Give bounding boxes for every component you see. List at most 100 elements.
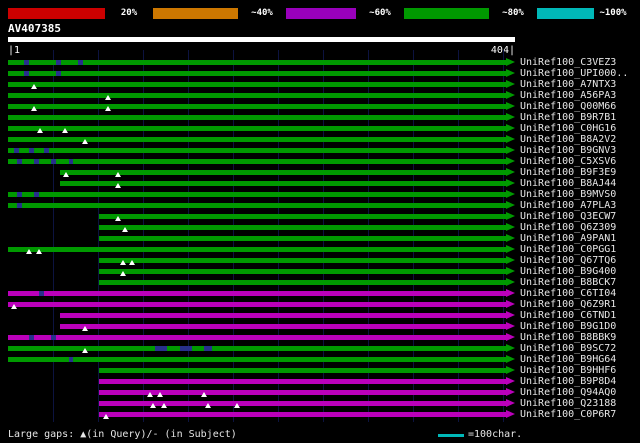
hit-label[interactable]: UniRef100_C0P6R7	[520, 409, 616, 420]
arrowhead-icon	[506, 300, 515, 308]
alignment-bar[interactable]	[99, 269, 506, 274]
hit-label[interactable]: UniRef100_B9P8D4	[520, 376, 616, 387]
alignment-row: UniRef100_UPI000..	[0, 68, 640, 79]
alignment-bar[interactable]	[8, 159, 506, 164]
hit-label[interactable]: UniRef100_B9G1D0	[520, 321, 616, 332]
hit-label[interactable]: UniRef100_B8AJ44	[520, 178, 616, 189]
alignment-bar[interactable]	[59, 313, 506, 318]
hit-label[interactable]: UniRef100_A56PA3	[520, 90, 616, 101]
arrowhead-icon	[506, 168, 515, 176]
alignment-bar[interactable]	[99, 225, 506, 230]
arrowhead-icon	[506, 223, 515, 231]
arrowhead-icon	[506, 388, 515, 396]
alignment-bar[interactable]	[8, 203, 506, 208]
subject-gap-segment	[56, 60, 62, 65]
hit-label[interactable]: UniRef100_Q3ECW7	[520, 211, 616, 222]
alignment-bar[interactable]	[59, 170, 506, 175]
hit-label[interactable]: UniRef100_B9G400	[520, 266, 616, 277]
alignment-bar[interactable]	[8, 192, 506, 197]
hit-label[interactable]: UniRef100_B8BCK7	[520, 277, 616, 288]
hit-label[interactable]: UniRef100_B9GNV3	[520, 145, 616, 156]
alignment-bar[interactable]	[8, 302, 506, 307]
alignment-bar[interactable]	[99, 280, 506, 285]
alignment-bar[interactable]	[99, 379, 506, 384]
alignment-bar[interactable]	[8, 104, 506, 109]
alignment-bar[interactable]	[8, 335, 506, 340]
subject-gap-segment	[204, 346, 212, 351]
hit-label[interactable]: UniRef100_C6TND1	[520, 310, 616, 321]
hit-label[interactable]: UniRef100_B9R7B1	[520, 112, 616, 123]
alignment-bar[interactable]	[8, 115, 506, 120]
hit-label[interactable]: UniRef100_C0HG16	[520, 123, 616, 134]
query-gap-triangle-icon	[30, 84, 37, 89]
hit-label[interactable]: UniRef100_A9PAN1	[520, 233, 616, 244]
alignment-bar[interactable]	[8, 126, 506, 131]
alignment-bar[interactable]	[59, 181, 506, 186]
alignment-bar[interactable]	[8, 82, 506, 87]
query-gap-triangle-icon	[233, 403, 240, 408]
hit-label[interactable]: UniRef100_C5XSV6	[520, 156, 616, 167]
alignment-row: UniRef100_C0HG16	[0, 123, 640, 134]
blast-graphic-overview: 20%~40%~60%~80%~100% AV407385 |1 404| Un…	[0, 0, 640, 443]
hit-label[interactable]: UniRef100_C0PGG1	[520, 244, 616, 255]
arrowhead-icon	[506, 102, 515, 110]
alignment-bar[interactable]	[59, 324, 506, 329]
alignment-bar[interactable]	[99, 412, 506, 417]
alignment-bar[interactable]	[99, 258, 506, 263]
alignment-bar[interactable]	[99, 236, 506, 241]
subject-gap-segment	[56, 71, 62, 76]
alignment-row: UniRef100_Q3ECW7	[0, 211, 640, 222]
arrowhead-icon	[506, 322, 515, 330]
hit-label[interactable]: UniRef100_Q6Z9R1	[520, 299, 616, 310]
subject-gap-segment	[38, 291, 44, 296]
hit-label[interactable]: UniRef100_B8A2V2	[520, 134, 616, 145]
arrowhead-icon	[506, 212, 515, 220]
alignment-row: UniRef100_C0PGG1	[0, 244, 640, 255]
hit-label[interactable]: UniRef100_A7NTX3	[520, 79, 616, 90]
hit-label[interactable]: UniRef100_Q00M66	[520, 101, 616, 112]
hit-label[interactable]: UniRef100_B8BBK9	[520, 332, 616, 343]
hit-label[interactable]: UniRef100_Q6Z309	[520, 222, 616, 233]
arrowhead-icon	[506, 377, 515, 385]
query-bar	[8, 37, 515, 42]
scale-line-icon	[438, 434, 464, 437]
hit-label[interactable]: UniRef100_C6TI04	[520, 288, 616, 299]
hit-label[interactable]: UniRef100_B9MVS0	[520, 189, 616, 200]
alignment-bar[interactable]	[8, 291, 506, 296]
color-key-segment	[8, 8, 105, 19]
alignment-bar[interactable]	[99, 368, 506, 373]
subject-gap-segment	[16, 192, 22, 197]
query-gap-triangle-icon	[201, 392, 208, 397]
alignment-row: UniRef100_B9G400	[0, 266, 640, 277]
alignment-bar[interactable]	[8, 357, 506, 362]
alignment-row: UniRef100_B8BCK7	[0, 277, 640, 288]
subject-gap-segment	[24, 71, 29, 76]
hit-label[interactable]: UniRef100_B9SC72	[520, 343, 616, 354]
hit-label[interactable]: UniRef100_Q23188	[520, 398, 616, 409]
arrowhead-icon	[506, 80, 515, 88]
arrowhead-icon	[506, 366, 515, 374]
alignment-row: UniRef100_B9HHF6	[0, 365, 640, 376]
hit-label[interactable]: UniRef100_UPI000..	[520, 68, 628, 79]
arrowhead-icon	[506, 311, 515, 319]
hit-label[interactable]: UniRef100_B9HHF6	[520, 365, 616, 376]
query-gap-triangle-icon	[81, 326, 88, 331]
subject-gap-segment	[179, 346, 193, 351]
alignment-bar[interactable]	[8, 93, 506, 98]
subject-gap-segment	[33, 159, 39, 164]
alignment-bar[interactable]	[8, 71, 506, 76]
query-gap-triangle-icon	[156, 392, 163, 397]
color-key-label: 20%	[105, 8, 153, 19]
query-gap-triangle-icon	[205, 403, 212, 408]
query-gap-triangle-icon	[147, 392, 154, 397]
alignment-bar[interactable]	[8, 148, 506, 153]
hit-label[interactable]: UniRef100_C3VEZ3	[520, 57, 616, 68]
hit-label[interactable]: UniRef100_B9HG64	[520, 354, 616, 365]
hit-label[interactable]: UniRef100_Q94AQ0	[520, 387, 616, 398]
hit-label[interactable]: UniRef100_B9F3E9	[520, 167, 616, 178]
hit-label[interactable]: UniRef100_Q67TQ6	[520, 255, 616, 266]
alignment-bar[interactable]	[99, 214, 506, 219]
alignment-bar[interactable]	[8, 247, 506, 252]
hit-label[interactable]: UniRef100_A7PLA3	[520, 200, 616, 211]
color-key-segment	[404, 8, 489, 19]
